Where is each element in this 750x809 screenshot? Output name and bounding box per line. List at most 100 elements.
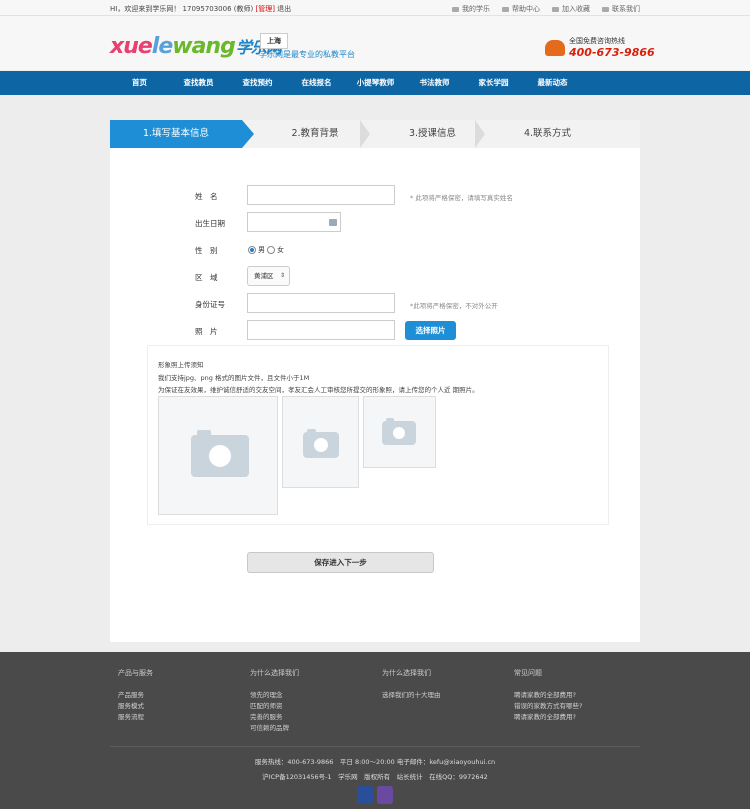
gender-female-label: 女	[277, 246, 284, 254]
step-progress: 1.填写基本信息 2.教育背景 3.授课信息 4.联系方式	[110, 120, 640, 148]
nav-calligraphy-teacher[interactable]: 书法教师	[405, 71, 464, 95]
footer-col-why-us: 为什么选择我们 领先的理念 匹配的师资 完善的服务 可信赖的品牌	[250, 668, 299, 734]
id-label: 身份证号	[195, 300, 225, 309]
header: xuelewang学乐网 上海 学乐网是最专业的私教平台 全国免费咨询热线 40…	[0, 16, 750, 70]
footer-heading: 为什么选择我们	[382, 669, 431, 677]
registration-panel: 1.填写基本信息 2.教育背景 3.授课信息 4.联系方式 姓 名 * 此项将严…	[110, 120, 640, 642]
site-logo[interactable]: xuelewang学乐网	[110, 36, 282, 59]
footer-divider	[110, 746, 640, 747]
footer: 产品与服务 产品服务 服务模式 服务流程 为什么选择我们 领先的理念 匹配的师资…	[0, 652, 750, 809]
upload-notice-title: 形象照上传须知	[158, 361, 204, 369]
nav-find-teacher[interactable]: 查找教员	[169, 71, 228, 95]
step-arrow	[242, 120, 254, 148]
trust-badge-icon[interactable]	[377, 786, 393, 804]
heart-icon	[452, 6, 459, 12]
step-arrow	[360, 120, 370, 148]
photo-preview-small	[363, 396, 436, 468]
footer-link[interactable]: 错误的家教方式有哪些?	[514, 701, 582, 712]
footer-heading: 为什么选择我们	[250, 669, 299, 677]
footer-link[interactable]: 完善的服务	[250, 712, 299, 723]
nav-find-booking[interactable]: 查找预约	[228, 71, 287, 95]
step-2: 2.教育背景	[291, 128, 339, 139]
footer-col-faq: 常见问题 聘请家教的全部费用? 错误的家教方式有哪些? 聘请家教的全部费用?	[514, 668, 582, 723]
upload-notice-line2: 为保证在友效果，维护诚信舒适的交友空间，孝友汇会人工审核您所提交的形象照，请上传…	[158, 386, 479, 394]
phone-icon	[545, 40, 565, 56]
upload-notice-box: 形象照上传须知 我们支持jpg、png 格式的图片文件，且文件小于1M 为保证在…	[147, 345, 609, 525]
welcome-area: HI，欢迎来到学乐网！ 17095703006 (教师) [管理] 退出	[110, 4, 291, 14]
gender-radio-group: 男 女	[248, 245, 284, 255]
footer-link[interactable]: 服务流程	[118, 712, 153, 723]
photo-preview-medium	[282, 396, 359, 488]
region-row: 区 域 黄浦区 ⇕	[110, 266, 640, 288]
footer-icp-line: 沪ICP备12031456号-1 学乐网 版权所有 站长统计 在线QQ：9972…	[262, 773, 488, 781]
city-selector[interactable]: 上海	[260, 33, 288, 49]
hotline-number: 400-673-9866	[569, 46, 655, 59]
nav-home[interactable]: 首页	[110, 71, 169, 95]
gender-row: 性 别 男 女	[110, 239, 640, 261]
footer-link[interactable]: 聘请家教的全部费用?	[514, 690, 582, 701]
top-links: 我的学乐 帮助中心 加入收藏 联系我们	[452, 4, 640, 14]
help-icon	[502, 6, 509, 12]
gender-male-label: 男	[258, 246, 265, 254]
footer-link[interactable]: 聘请家教的全部费用?	[514, 712, 582, 723]
name-input[interactable]	[247, 185, 395, 205]
birth-row: 出生日期	[110, 212, 640, 234]
region-select[interactable]: 黄浦区 ⇕	[247, 266, 290, 286]
step-3: 3.授课信息	[408, 128, 457, 139]
step-arrow	[475, 120, 485, 148]
manage-link[interactable]: [管理]	[255, 5, 274, 13]
bookmark-link[interactable]: 加入收藏	[552, 4, 590, 14]
star-icon	[552, 6, 559, 12]
nav-violin-teacher[interactable]: 小提琴教师	[346, 71, 405, 95]
gender-male-radio[interactable]	[248, 246, 256, 254]
name-hint: * 此项将严格保密，请填写真实姓名	[410, 194, 513, 202]
photo-preview-large	[158, 396, 278, 515]
save-next-button[interactable]: 保存进入下一步	[247, 552, 434, 573]
help-center-link[interactable]: 帮助中心	[502, 4, 540, 14]
chevron-updown-icon: ⇕	[279, 272, 285, 279]
photo-path-input[interactable]	[247, 320, 395, 340]
police-badge-icon[interactable]	[357, 786, 373, 804]
gender-label: 性 别	[195, 246, 218, 255]
id-row: 身份证号 *此项将严格保密，不对外公开	[110, 293, 640, 315]
region-label: 区 域	[195, 273, 218, 282]
footer-link[interactable]: 产品服务	[118, 690, 153, 701]
footer-col-why-us-2: 为什么选择我们 选择我们的十大理由	[382, 668, 441, 701]
footer-link[interactable]: 领先的理念	[250, 690, 299, 701]
footer-link[interactable]: 可信赖的品牌	[250, 723, 299, 734]
gender-female-radio[interactable]	[267, 246, 275, 254]
footer-badges	[357, 786, 393, 804]
birth-label: 出生日期	[195, 219, 225, 228]
photo-row: 照 片 选择照片	[110, 320, 640, 342]
footer-link[interactable]: 服务模式	[118, 701, 153, 712]
contact-us-link[interactable]: 联系我们	[602, 4, 640, 14]
footer-service-line: 服务热线：400-673-9866 平日 8:00～20:00 电子邮件：kef…	[254, 758, 496, 766]
photo-label: 照 片	[195, 327, 218, 336]
slogan: 学乐网是最专业的私教平台	[259, 50, 355, 59]
mail-icon	[602, 6, 609, 12]
calendar-icon[interactable]	[329, 219, 337, 226]
footer-link[interactable]: 选择我们的十大理由	[382, 690, 441, 701]
welcome-text: HI，欢迎来到学乐网！ 17095703006 (教师)	[110, 5, 254, 13]
name-label: 姓 名	[195, 192, 218, 201]
step-4: 4.联系方式	[523, 128, 572, 139]
my-xuele-link[interactable]: 我的学乐	[452, 4, 490, 14]
top-bar: HI，欢迎来到学乐网！ 17095703006 (教师) [管理] 退出 我的学…	[0, 0, 750, 16]
id-number-input[interactable]	[247, 293, 395, 313]
logout-link[interactable]: 退出	[277, 5, 291, 13]
footer-heading: 常见问题	[514, 669, 542, 677]
step-1: 1.填写基本信息	[110, 120, 242, 148]
nav-online-signup[interactable]: 在线报名	[287, 71, 346, 95]
choose-photo-button[interactable]: 选择照片	[405, 321, 456, 340]
hotline-label: 全国免费咨询热线	[569, 37, 625, 45]
footer-heading: 产品与服务	[118, 669, 153, 677]
main-nav: 首页 查找教员 查找预约 在线报名 小提琴教师 书法教师 家长学园 最新动态	[0, 71, 750, 95]
footer-link[interactable]: 匹配的师资	[250, 701, 299, 712]
nav-parents-school[interactable]: 家长学园	[464, 71, 523, 95]
birth-date-input[interactable]	[247, 212, 341, 232]
name-row: 姓 名 * 此项将严格保密，请填写真实姓名	[110, 185, 640, 207]
footer-col-products: 产品与服务 产品服务 服务模式 服务流程	[118, 668, 153, 723]
upload-notice-line1: 我们支持jpg、png 格式的图片文件，且文件小于1M	[158, 374, 310, 382]
nav-latest-news[interactable]: 最新动态	[523, 71, 582, 95]
id-hint: *此项将严格保密，不对外公开	[410, 302, 498, 310]
